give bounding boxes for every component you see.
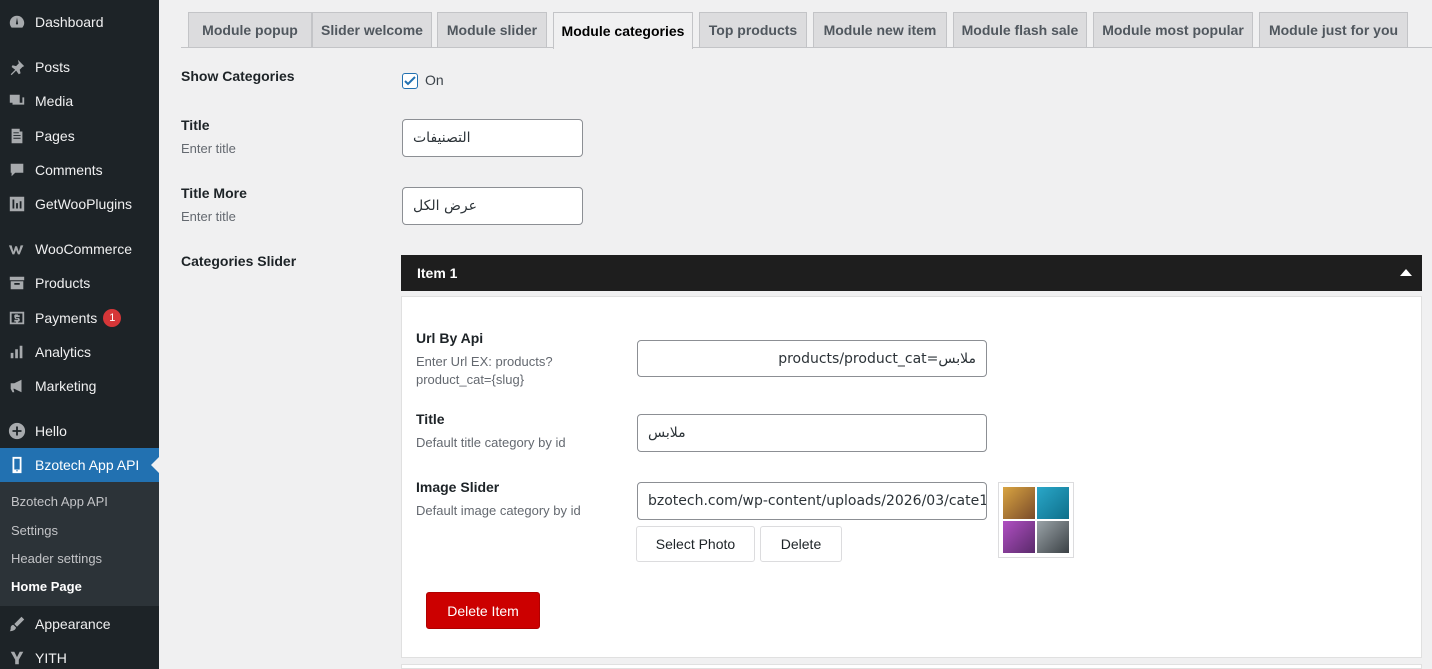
menu-label: GetWooPlugins [35, 196, 133, 212]
item-title: Item 1 [417, 265, 458, 281]
megaphone-icon [7, 376, 27, 396]
item-title-label: Title [416, 411, 445, 427]
notification-badge: 1 [103, 309, 122, 327]
menu-label: Products [35, 275, 91, 291]
tab-module-new-item[interactable]: Module new item [813, 12, 947, 47]
tab-module-popup[interactable]: Module popup [188, 12, 312, 47]
menu-item-posts[interactable]: Posts [0, 50, 159, 84]
url-by-api-desc-line2: product_cat={slug} [416, 372, 525, 387]
caret-up-icon[interactable] [1400, 269, 1412, 276]
show-categories-label: Show Categories [181, 68, 295, 84]
brush-icon [7, 614, 27, 634]
image-slider-label: Image Slider [416, 479, 500, 495]
delete-item-button[interactable]: Delete Item [426, 592, 540, 629]
menu-item-getwooplugins[interactable]: GetWooPlugins [0, 187, 159, 221]
menu-item-appearance[interactable]: Appearance [0, 607, 159, 641]
title-more-desc: Enter title [181, 209, 236, 224]
menu-item-dashboard[interactable]: Dashboard [0, 5, 159, 39]
menu-item-hello[interactable]: Hello [0, 414, 159, 448]
thumb-photo [1037, 521, 1069, 553]
comment-icon [7, 160, 27, 180]
item-accordion-header[interactable]: Item 1 [401, 255, 1422, 291]
title-more-input[interactable]: عرض الكل [402, 187, 583, 225]
phone-icon [7, 455, 27, 475]
url-by-api-label: Url By Api [416, 330, 484, 346]
thumb-photo [1003, 521, 1035, 553]
menu-item-comments[interactable]: Comments [0, 153, 159, 187]
title-desc: Enter title [181, 141, 236, 156]
plus-circle-icon [7, 421, 27, 441]
show-categories-checkbox[interactable] [402, 73, 418, 89]
tab-module-flash-sale[interactable]: Module flash sale [953, 12, 1087, 47]
menu-label: Bzotech App API [35, 457, 140, 473]
item-title-input[interactable]: ملابس [637, 414, 987, 452]
menu-item-products[interactable]: Products [0, 266, 159, 300]
categories-slider-label: Categories Slider [181, 253, 297, 269]
payments-icon [7, 308, 27, 328]
submenu-item-home-page[interactable]: Home Page [11, 579, 82, 594]
menu-item-payments[interactable]: Payments 1 [0, 301, 159, 335]
thumb-photo [1037, 487, 1069, 519]
submenu-item-header-settings[interactable]: Header settings [11, 551, 102, 566]
image-slider-desc: Default image category by id [416, 503, 581, 518]
url-value: products/product_cat=ملابس [778, 350, 976, 367]
menu-item-woocommerce[interactable]: WooCommerce [0, 232, 159, 266]
menu-label: Appearance [35, 616, 111, 632]
archive-icon [7, 273, 27, 293]
title-more-label: Title More [181, 185, 247, 201]
tab-module-most-popular[interactable]: Module most popular [1093, 12, 1253, 47]
item-title-desc: Default title category by id [416, 435, 566, 450]
checkmark-icon [404, 76, 416, 86]
url-by-api-desc-line1: Enter Url EX: products? [416, 354, 553, 369]
menu-item-analytics[interactable]: Analytics [0, 335, 159, 369]
menu-label: Hello [35, 423, 67, 439]
select-photo-button[interactable]: Select Photo [636, 526, 755, 562]
menu-label: Analytics [35, 344, 92, 360]
menu-item-marketing[interactable]: Marketing [0, 369, 159, 403]
menu-item-bzotech-app-api[interactable]: Bzotech App API [0, 448, 159, 482]
title-input[interactable]: التصنيفات [402, 119, 583, 157]
tab-top-products[interactable]: Top products [699, 12, 807, 47]
tab-slider-welcome[interactable]: Slider welcome [312, 12, 432, 47]
module-tabs: Module popup Slider welcome Module slide… [181, 12, 1432, 49]
menu-label: Media [35, 93, 74, 109]
thumb-photo [1003, 487, 1035, 519]
url-by-api-input[interactable]: products/product_cat=ملابس [637, 340, 987, 377]
plugin-icon [7, 194, 27, 214]
media-icon [7, 91, 27, 111]
pages-icon [7, 126, 27, 146]
submenu-item-bzotech-app-api[interactable]: Bzotech App API [11, 494, 108, 509]
pin-icon [7, 57, 27, 77]
menu-label: YITH [35, 650, 67, 666]
menu-item-media[interactable]: Media [0, 84, 159, 118]
menu-label: Pages [35, 128, 75, 144]
menu-label: Payments [35, 310, 98, 326]
category-image-thumbnail [998, 482, 1074, 558]
menu-item-yith[interactable]: YITH [0, 641, 159, 669]
menu-item-pages[interactable]: Pages [0, 119, 159, 153]
yith-icon [7, 648, 27, 668]
next-item-edge [401, 664, 1422, 669]
admin-sidebar: Dashboard Posts Media Pages Comments Get… [0, 0, 159, 669]
menu-label: Dashboard [35, 14, 104, 30]
tab-module-just-for-you[interactable]: Module just for you [1259, 12, 1408, 47]
tab-module-categories[interactable]: Module categories [553, 12, 693, 49]
menu-label: Comments [35, 162, 103, 178]
chart-icon [7, 342, 27, 362]
show-categories-checkbox-label: On [425, 72, 444, 88]
dashboard-icon [7, 12, 27, 32]
submenu: Bzotech App API Settings Header settings… [0, 482, 159, 606]
delete-photo-button[interactable]: Delete [760, 526, 842, 562]
woo-icon [7, 239, 27, 259]
menu-label: Marketing [35, 378, 97, 394]
image-slider-input[interactable]: bzotech.com/wp-content/uploads/2026/03/c… [637, 482, 987, 520]
submenu-item-settings[interactable]: Settings [11, 523, 58, 538]
menu-label: Posts [35, 59, 71, 75]
menu-label: WooCommerce [35, 241, 132, 257]
tab-module-slider[interactable]: Module slider [437, 12, 547, 47]
title-label: Title [181, 117, 210, 133]
